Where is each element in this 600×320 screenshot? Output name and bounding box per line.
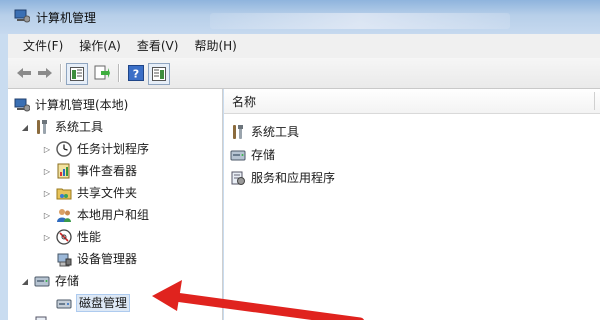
svg-text:?: ? <box>133 68 139 81</box>
tree-item-disk-management[interactable]: 磁盘管理 <box>56 293 131 313</box>
column-header-label: 名称 <box>232 95 257 109</box>
storage-icon <box>34 273 50 289</box>
tree-item-services-partial[interactable]: ▷ <box>20 313 55 320</box>
help-icon[interactable]: ? <box>126 63 146 83</box>
tree-item-local-users[interactable]: ▷ 本地用户和组 <box>42 205 149 225</box>
content-list: 名称 系统工具 存储 服务和应用程序 <box>224 89 600 320</box>
storage-icon <box>230 147 246 163</box>
tree-item-shared-folders[interactable]: ▷ 共享文件夹 <box>42 183 137 203</box>
tree-item-label: 事件查看器 <box>77 164 138 178</box>
list-item-label: 系统工具 <box>251 125 300 139</box>
menu-bar: 文件(F) 操作(A) 查看(V) 帮助(H) <box>8 34 600 58</box>
computer-management-icon <box>14 9 31 23</box>
tree-item-storage[interactable]: ◢ 存储 <box>20 271 79 291</box>
services-icon <box>230 170 246 186</box>
export-list-icon[interactable] <box>92 63 112 83</box>
collapsed-triangle-icon[interactable]: ▷ <box>42 233 52 242</box>
clock-icon <box>56 141 72 157</box>
tree-item-root[interactable]: 计算机管理(本地) <box>14 95 128 115</box>
menu-help[interactable]: 帮助(H) <box>187 34 243 58</box>
title-bar-blurred-region <box>210 13 510 29</box>
system-tools-icon <box>230 124 246 140</box>
tree-item-label: 存储 <box>55 274 80 288</box>
forward-arrow-icon[interactable] <box>35 63 55 83</box>
title-bar: 计算机管理 <box>0 0 600 34</box>
tree-item-performance[interactable]: ▷ 性能 <box>42 227 101 247</box>
collapsed-triangle-icon[interactable]: ▷ <box>42 145 52 154</box>
expanded-triangle-icon[interactable]: ◢ <box>20 123 30 132</box>
menu-action[interactable]: 操作(A) <box>72 34 128 58</box>
toolbar-separator <box>60 64 62 82</box>
collapsed-triangle-icon[interactable]: ▷ <box>42 189 52 198</box>
window-title: 计算机管理 <box>36 11 97 25</box>
show-hide-tree-icon[interactable] <box>66 63 88 85</box>
tree-item-label: 计算机管理(本地) <box>35 98 129 112</box>
device-manager-icon <box>56 251 72 267</box>
expanded-triangle-icon[interactable]: ◢ <box>20 277 30 286</box>
system-tools-icon <box>34 119 50 135</box>
tree-item-device-manager[interactable]: 设备管理器 <box>56 249 137 269</box>
performance-icon <box>56 229 72 245</box>
list-item-services[interactable]: 服务和应用程序 <box>230 168 335 188</box>
menu-view[interactable]: 查看(V) <box>130 34 186 58</box>
menu-file[interactable]: 文件(F) <box>16 34 70 58</box>
toolbar: ? <box>8 58 600 89</box>
tree-item-label: 本地用户和组 <box>77 208 150 222</box>
tree-item-label: 设备管理器 <box>77 252 138 266</box>
tree-item-task-scheduler[interactable]: ▷ 任务计划程序 <box>42 139 149 159</box>
tree-item-label: 性能 <box>77 230 102 244</box>
users-group-icon <box>56 207 72 223</box>
tree-item-label: 任务计划程序 <box>77 142 150 156</box>
services-icon <box>34 315 50 320</box>
navigation-tree: 计算机管理(本地) ◢ 系统工具 ▷ 任务计划程序 ▷ 事件查看器 ▷ 共享文件… <box>8 89 223 320</box>
toolbar-separator <box>118 64 120 82</box>
back-arrow-icon[interactable] <box>14 63 34 83</box>
show-hide-action-pane-icon[interactable] <box>148 63 170 85</box>
computer-management-icon <box>14 97 31 113</box>
list-item-system-tools[interactable]: 系统工具 <box>230 122 299 142</box>
list-item-label: 存储 <box>251 148 276 162</box>
tree-item-system-tools[interactable]: ◢ 系统工具 <box>20 117 103 137</box>
disk-management-icon <box>56 295 72 311</box>
tree-item-label: 系统工具 <box>55 120 104 134</box>
tree-item-label: 共享文件夹 <box>77 186 138 200</box>
column-divider[interactable] <box>594 92 595 110</box>
shared-folder-icon <box>56 185 72 201</box>
collapsed-triangle-icon[interactable]: ▷ <box>42 211 52 220</box>
column-header-name[interactable]: 名称 <box>224 89 600 114</box>
list-item-label: 服务和应用程序 <box>251 171 336 185</box>
collapsed-triangle-icon[interactable]: ▷ <box>42 167 52 176</box>
tree-item-label: 磁盘管理 <box>75 294 131 312</box>
list-item-storage[interactable]: 存储 <box>230 145 275 165</box>
event-viewer-icon <box>56 163 72 179</box>
tree-item-event-viewer[interactable]: ▷ 事件查看器 <box>42 161 137 181</box>
